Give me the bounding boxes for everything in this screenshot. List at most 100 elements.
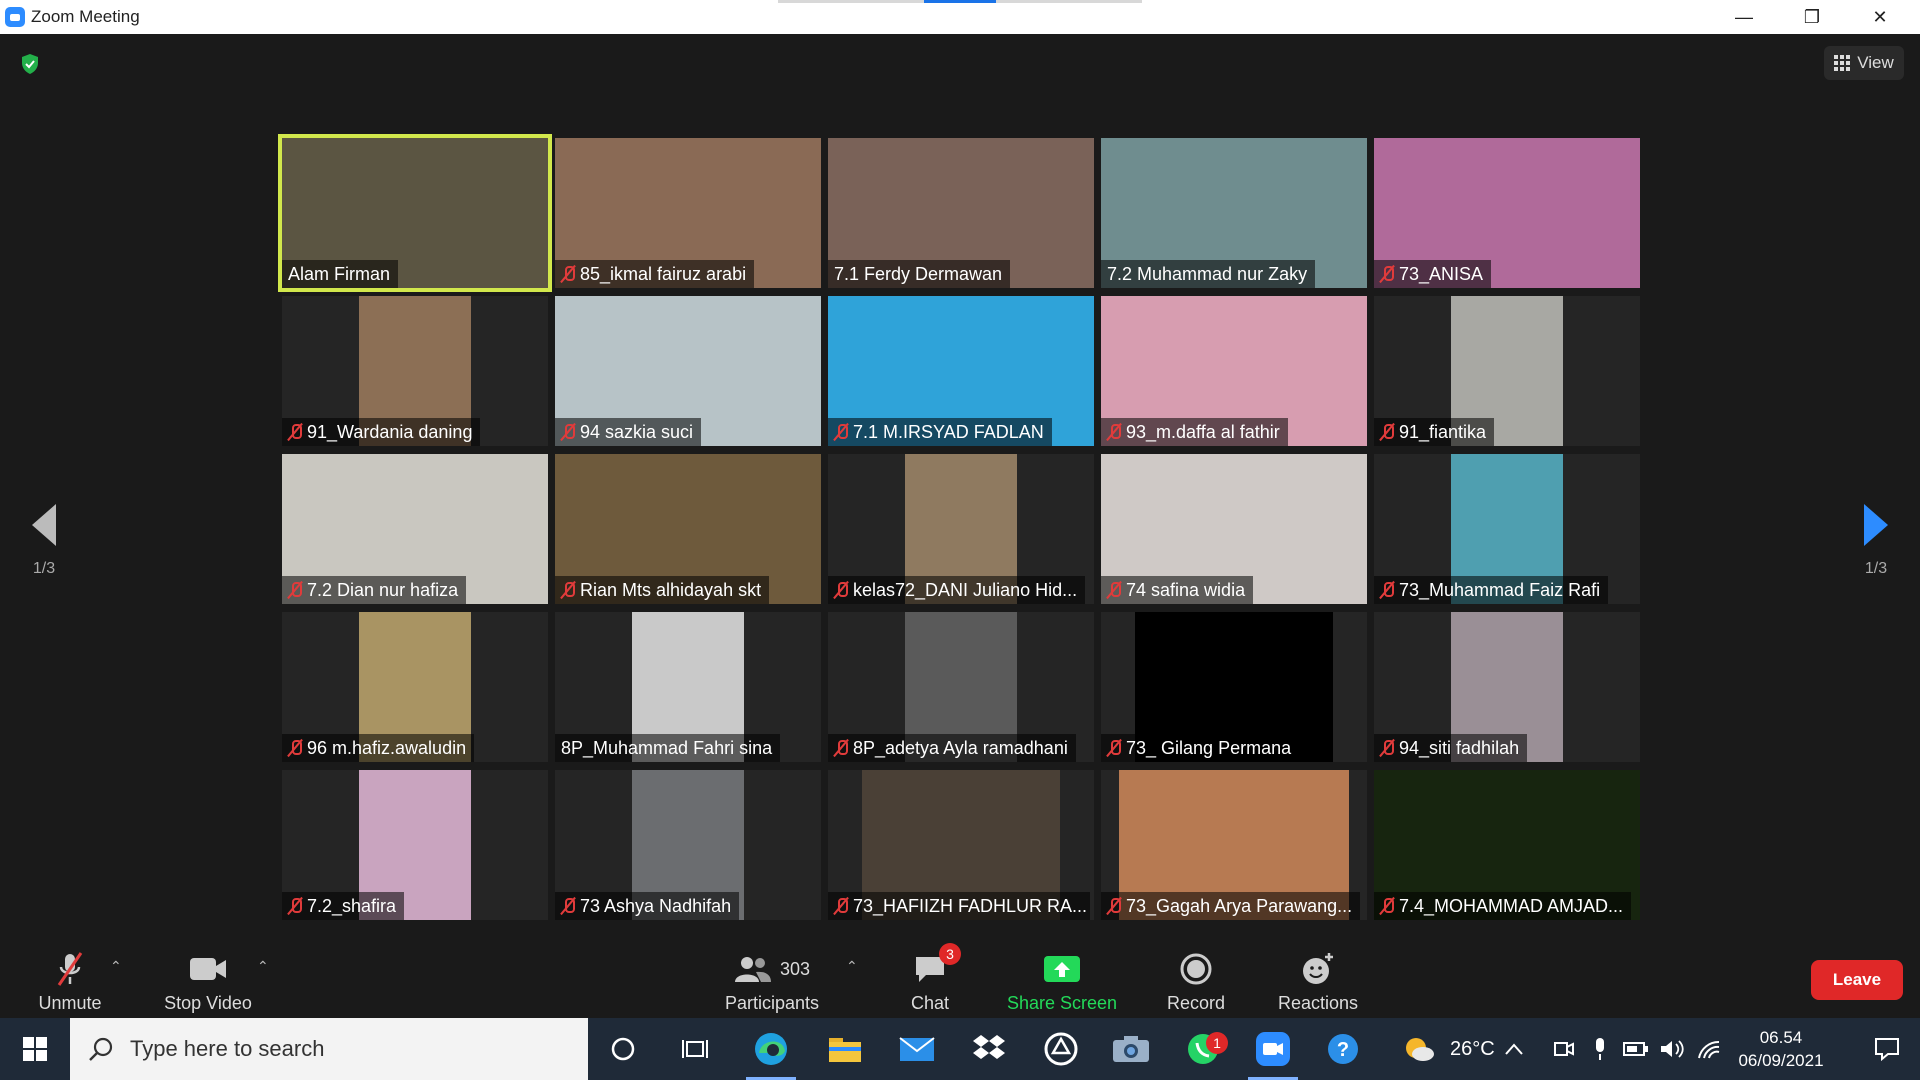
app-shield-icon[interactable] bbox=[1030, 1018, 1092, 1080]
record-button[interactable]: Record bbox=[1156, 944, 1236, 1018]
participant-name-label: kelas72_DANI Juliano Hid... bbox=[828, 576, 1086, 604]
edge-browser-icon[interactable] bbox=[740, 1018, 802, 1080]
participant-name-label: 7.2_shafira bbox=[282, 892, 405, 920]
participant-tile[interactable]: 7.1 Ferdy Dermawan bbox=[828, 138, 1094, 288]
zoom-taskbar-icon[interactable] bbox=[1242, 1018, 1304, 1080]
system-clock[interactable]: 06.54 06/09/2021 bbox=[1726, 1026, 1836, 1072]
leave-button[interactable]: Leave bbox=[1811, 960, 1903, 1000]
whatsapp-icon[interactable]: 1 bbox=[1172, 1018, 1234, 1080]
file-explorer-icon[interactable] bbox=[814, 1018, 876, 1080]
participant-tile[interactable]: 7.4_MOHAMMAD AMJAD... bbox=[1374, 770, 1640, 920]
whatsapp-unread-badge: 1 bbox=[1206, 1032, 1228, 1054]
volume-icon[interactable] bbox=[1652, 1018, 1692, 1080]
weather-icon[interactable] bbox=[1388, 1018, 1450, 1080]
participant-tile[interactable]: 73_Gagah Arya Parawang... bbox=[1101, 770, 1367, 920]
title-bar: Zoom Meeting — ❐ ✕ bbox=[0, 0, 1920, 34]
participant-name: 7.1 M.IRSYAD FADLAN bbox=[853, 422, 1044, 442]
battery-icon[interactable] bbox=[1616, 1018, 1656, 1080]
participant-tile[interactable]: 73_Muhammad Faiz Rafi bbox=[1374, 454, 1640, 604]
participant-tile[interactable]: 73 Ashya Nadhifah bbox=[555, 770, 821, 920]
help-icon[interactable]: ? bbox=[1312, 1018, 1374, 1080]
cortana-icon[interactable] bbox=[592, 1018, 654, 1080]
participants-button[interactable]: 303 Participants bbox=[712, 944, 832, 1018]
participant-tile[interactable]: 7.2 Muhammad nur Zaky bbox=[1101, 138, 1367, 288]
participant-tile[interactable]: 93_m.daffa al fathir bbox=[1101, 296, 1367, 446]
stop-video-button[interactable]: Stop Video bbox=[158, 944, 258, 1018]
show-hidden-icons-chevron-icon[interactable] bbox=[1494, 1018, 1534, 1080]
microphone-tray-icon[interactable] bbox=[1580, 1018, 1620, 1080]
weather-temperature: 26°C bbox=[1450, 1037, 1495, 1060]
participant-name: 91_fiantika bbox=[1399, 422, 1487, 442]
chat-button[interactable]: 3 Chat bbox=[890, 943, 970, 1018]
participant-tile[interactable]: 73_HAFIIZH FADHLUR RA... bbox=[828, 770, 1094, 920]
participant-name-label: 94 sazkia suci bbox=[555, 418, 702, 446]
participant-tile[interactable]: 85_ikmal fairuz arabi bbox=[555, 138, 821, 288]
participant-tile[interactable]: 94_siti fadhilah bbox=[1374, 612, 1640, 762]
participant-tile[interactable]: 73_ANISA bbox=[1374, 138, 1640, 288]
view-label: View bbox=[1857, 53, 1894, 72]
unmute-button[interactable]: Unmute bbox=[30, 944, 110, 1018]
search-placeholder: Type here to search bbox=[130, 1036, 325, 1061]
participant-tile[interactable]: 7.2_shafira bbox=[282, 770, 548, 920]
video-camera-icon bbox=[189, 951, 227, 987]
participant-tile[interactable]: 8P_Muhammad Fahri sina bbox=[555, 612, 821, 762]
participant-tile[interactable]: kelas72_DANI Juliano Hid... bbox=[828, 454, 1094, 604]
video-options-caret-icon[interactable]: ⌃ bbox=[257, 958, 269, 975]
task-view-icon[interactable] bbox=[664, 1018, 726, 1080]
participant-name: 94 sazkia suci bbox=[580, 422, 694, 442]
windows-start-button[interactable] bbox=[0, 1018, 70, 1080]
participant-name: 93_m.daffa al fathir bbox=[1126, 422, 1280, 442]
microphone-muted-icon bbox=[561, 423, 575, 441]
view-button[interactable]: View bbox=[1824, 46, 1904, 80]
participant-tile[interactable]: 8P_adetya Ayla ramadhani bbox=[828, 612, 1094, 762]
participant-name-label: 8P_Muhammad Fahri sina bbox=[555, 734, 781, 762]
participant-tile[interactable]: 73_ Gilang Permana bbox=[1101, 612, 1367, 762]
camera-app-icon[interactable] bbox=[1100, 1018, 1162, 1080]
minimize-icon[interactable]: — bbox=[1710, 0, 1778, 34]
participants-options-caret-icon[interactable]: ⌃ bbox=[846, 958, 858, 975]
microphone-muted-icon bbox=[834, 423, 848, 441]
microphone-muted-icon bbox=[288, 423, 302, 441]
previous-page-button[interactable]: 1/3 bbox=[14, 504, 74, 578]
participant-name: 74 safina widia bbox=[1126, 580, 1246, 600]
next-page-button[interactable]: 1/3 bbox=[1846, 504, 1906, 578]
shield-check-icon[interactable] bbox=[18, 52, 42, 76]
chevron-left-icon bbox=[32, 504, 56, 546]
participant-tile[interactable]: 96 m.hafiz.awaludin bbox=[282, 612, 548, 762]
participant-name-label: 73_HAFIIZH FADHLUR RA... bbox=[828, 892, 1090, 920]
mail-icon[interactable] bbox=[886, 1018, 948, 1080]
microphone-muted-icon bbox=[1380, 265, 1394, 283]
participant-name-label: 8P_adetya Ayla ramadhani bbox=[828, 734, 1076, 762]
participant-tile[interactable]: Rian Mts alhidayah skt bbox=[555, 454, 821, 604]
clock-date: 06/09/2021 bbox=[1738, 1051, 1824, 1070]
taskbar-search-box[interactable]: Type here to search bbox=[70, 1018, 588, 1080]
wifi-icon[interactable] bbox=[1690, 1018, 1730, 1080]
microphone-muted-icon bbox=[55, 951, 85, 987]
audio-options-caret-icon[interactable]: ⌃ bbox=[110, 958, 122, 975]
dropbox-icon[interactable] bbox=[958, 1018, 1020, 1080]
reactions-button[interactable]: Reactions bbox=[1270, 944, 1366, 1018]
participant-name: 73 Ashya Nadhifah bbox=[580, 896, 732, 916]
participant-name: 73_Muhammad Faiz Rafi bbox=[1399, 580, 1601, 600]
participant-tile[interactable]: Alam Firman bbox=[278, 134, 552, 292]
chat-bubble-icon: 3 bbox=[913, 943, 961, 987]
participant-tile[interactable]: 94 sazkia suci bbox=[555, 296, 821, 446]
microphone-muted-icon bbox=[288, 581, 302, 599]
stop-video-label: Stop Video bbox=[164, 993, 252, 1013]
microphone-muted-icon bbox=[1107, 581, 1121, 599]
participant-tile[interactable]: 91_fiantika bbox=[1374, 296, 1640, 446]
search-icon bbox=[89, 1037, 113, 1061]
restore-icon[interactable]: ❐ bbox=[1778, 0, 1846, 34]
microphone-muted-icon bbox=[288, 897, 302, 915]
participant-tile[interactable]: 74 safina widia bbox=[1101, 454, 1367, 604]
participant-name-label: 73_ANISA bbox=[1374, 260, 1492, 288]
participant-tile[interactable]: 7.2 Dian nur hafiza bbox=[282, 454, 548, 604]
participant-tile[interactable]: 91_Wardania daning bbox=[282, 296, 548, 446]
participant-tile[interactable]: 7.1 M.IRSYAD FADLAN bbox=[828, 296, 1094, 446]
participant-name: 7.4_MOHAMMAD AMJAD... bbox=[1399, 896, 1624, 916]
share-screen-button[interactable]: Share Screen bbox=[1002, 944, 1122, 1018]
close-icon[interactable]: ✕ bbox=[1846, 0, 1914, 34]
notification-center-icon[interactable] bbox=[1856, 1018, 1918, 1080]
participant-name-label: Rian Mts alhidayah skt bbox=[555, 576, 770, 604]
meet-now-icon[interactable] bbox=[1544, 1018, 1584, 1080]
